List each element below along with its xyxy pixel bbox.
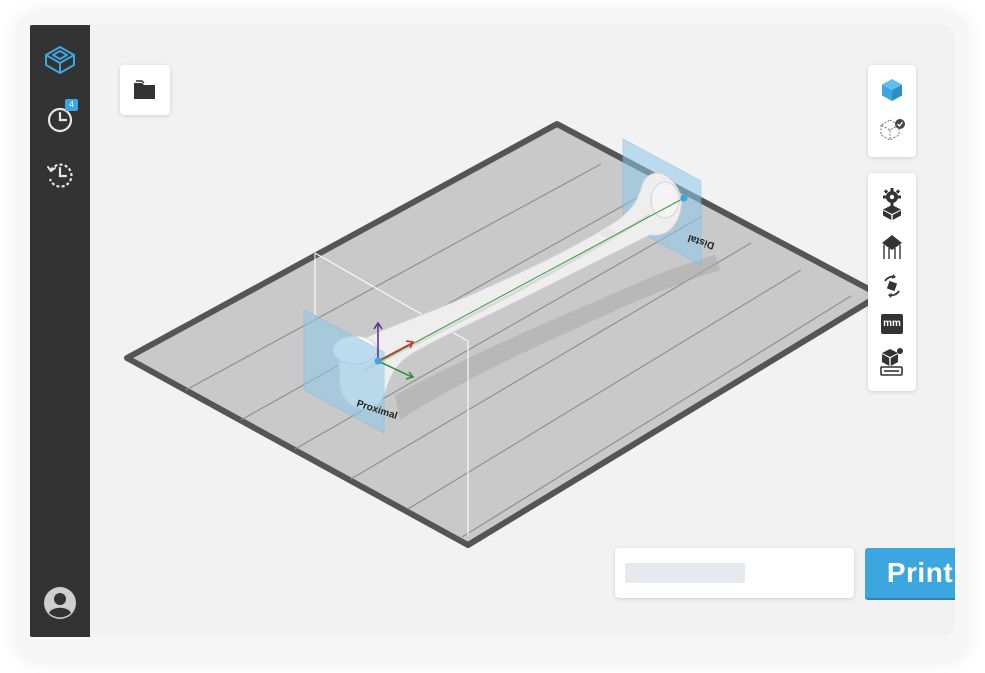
layout-button[interactable]: [875, 346, 909, 378]
wireframe-cube-check-icon: [879, 119, 905, 141]
view-tools-panel: [868, 65, 916, 157]
sidebar-item-models[interactable]: [40, 41, 80, 81]
support-house-icon: [882, 235, 902, 259]
auto-setup-button[interactable]: [875, 188, 909, 220]
build-plate: [124, 121, 883, 548]
mm-label: mm: [883, 318, 901, 329]
3d-viewport[interactable]: Proximal Distal mm Print: [90, 25, 955, 637]
build-scene[interactable]: Proximal Distal: [90, 25, 955, 637]
user-avatar-icon: [44, 587, 76, 619]
solid-cube-icon: [882, 79, 902, 101]
units-button[interactable]: mm: [875, 308, 909, 340]
sidebar: 4: [30, 25, 90, 637]
support-view-button[interactable]: [875, 114, 909, 146]
folder-icon: [134, 80, 155, 99]
sidebar-item-print-queue[interactable]: 4: [40, 99, 80, 139]
cube-outline-icon: [45, 46, 75, 74]
app-window: 4 Proximal Distal mm Print: [30, 25, 955, 637]
gear-cube-icon: [883, 188, 901, 220]
cube-on-plate-icon: [880, 348, 903, 376]
orientation-button[interactable]: [875, 270, 909, 302]
queue-count-badge: 4: [65, 99, 78, 111]
edit-tools-panel: mm: [868, 173, 916, 391]
supports-button[interactable]: [875, 231, 909, 263]
model-view-button[interactable]: [875, 74, 909, 106]
history-icon: [47, 163, 73, 188]
sidebar-item-history[interactable]: [40, 155, 80, 195]
print-button[interactable]: Print: [865, 548, 955, 598]
job-name-input[interactable]: [625, 563, 745, 583]
open-file-button[interactable]: [120, 65, 170, 115]
rotate-arrows-icon: [884, 274, 900, 298]
job-name-box: [615, 548, 854, 598]
mm-icon: mm: [881, 314, 903, 334]
account-button[interactable]: [40, 583, 80, 623]
